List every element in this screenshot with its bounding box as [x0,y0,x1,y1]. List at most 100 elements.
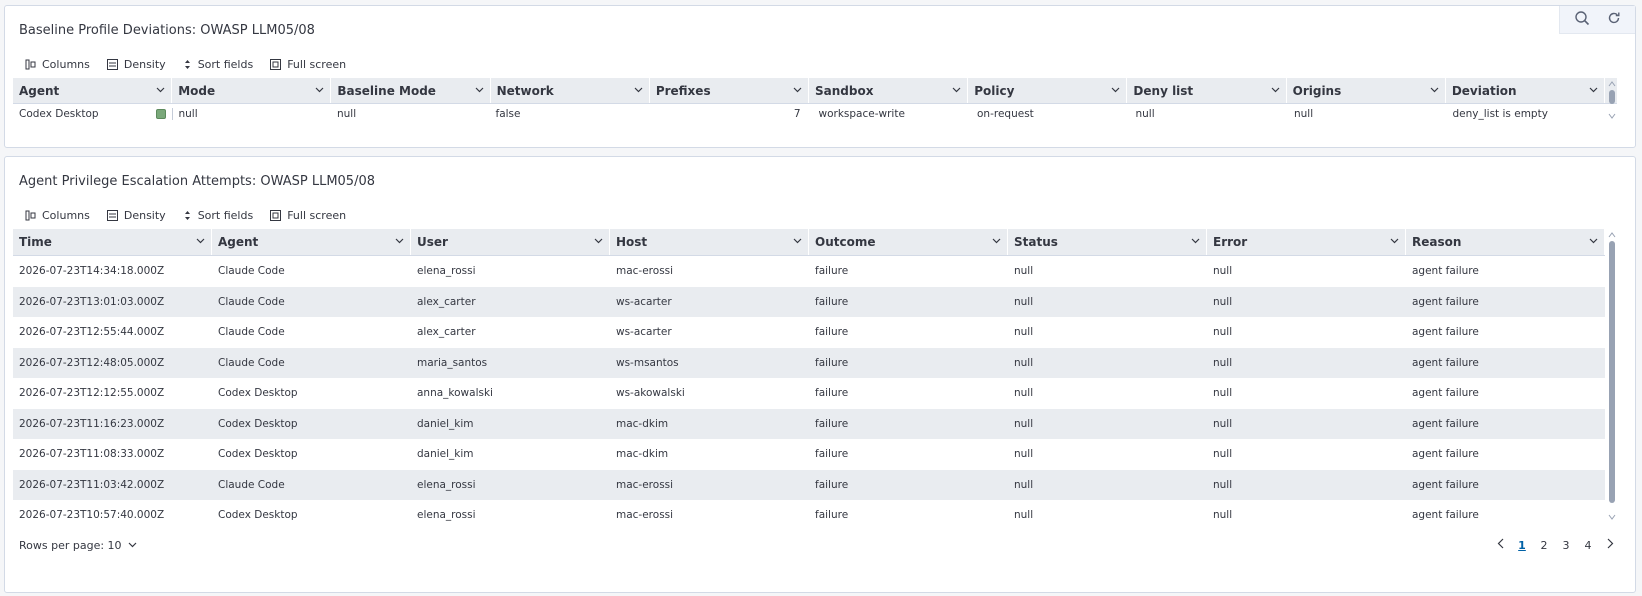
cell-origins: null [1294,108,1314,120]
cell-reason: agent failure [1412,295,1479,308]
column-header-baseline-mode[interactable]: Baseline Mode [331,78,491,103]
chevron-down-icon[interactable] [156,87,165,93]
chevron-down-icon[interactable] [1589,87,1598,93]
previous-page-icon[interactable] [1489,538,1511,552]
column-header-sandbox[interactable]: Sandbox [809,78,969,103]
cell-status: null [1014,478,1034,491]
chevron-down-icon[interactable] [196,238,205,244]
chevron-down-icon[interactable] [634,87,643,93]
sort-fields-button[interactable]: Sort fields [183,58,254,71]
column-header-status[interactable]: Status [1008,229,1207,255]
cell-outcome: failure [815,326,849,339]
chevron-down-icon[interactable] [475,87,484,93]
cell-outcome: failure [815,295,849,308]
row-checkbox-icon[interactable] [155,109,166,119]
table-scrollbar[interactable] [1607,78,1617,124]
density-icon [106,59,118,70]
cell-user: anna_kowalski [417,387,493,400]
cell-outcome: failure [815,265,849,278]
column-header-host[interactable]: Host [610,229,809,255]
cell-status: null [1014,356,1034,369]
baseline-deviations-table: Agent Mode Baseline Mode Network Prefixe… [13,78,1617,128]
sort-fields-label: Sort fields [197,58,254,71]
cell-user: elena_rossi [417,509,476,522]
chevron-down-icon[interactable] [793,238,802,244]
table-header: Time Agent User Host Outcome Status Erro… [13,229,1605,256]
table-row: 2026-07-23T10:57:40.000Z Codex Desktop ele… [13,500,1605,525]
page-button-3[interactable]: 3 [1555,539,1577,552]
column-header-agent[interactable]: Agent [13,78,173,103]
cell-host: mac-dkim [616,417,669,430]
table-row: 2026-07-23T12:12:55.000Z Codex Desktop ann… [13,378,1605,409]
cell-status: null [1014,417,1034,430]
next-page-icon[interactable] [1599,538,1621,552]
column-header-mode[interactable]: Mode [172,78,332,103]
chevron-down-icon[interactable] [992,238,1001,244]
chevron-down-icon[interactable] [1111,87,1120,93]
cell-status: null [1014,448,1034,461]
sort-fields-button[interactable]: Sort fields [183,209,253,222]
column-header-origins[interactable]: Origins [1287,78,1446,103]
cell-reason: agent failure [1412,387,1479,400]
page-button-4[interactable]: 4 [1577,539,1599,552]
table-row: 2026-07-23T12:55:44.000Z Claude Code alex_… [13,317,1605,348]
chevron-down-icon[interactable] [793,87,802,93]
panel-title: Baseline Profile Deviations: OWASP LLM05… [19,23,315,38]
cell-status: null [1014,326,1034,339]
cell-agent: Claude Code [218,326,285,339]
cell-status: null [1014,387,1034,400]
rows-per-page-label: Rows per page: 10 [19,538,122,552]
refresh-icon[interactable] [1607,11,1621,28]
table-scrollbar[interactable] [1607,229,1617,525]
panel-actions [1559,6,1635,34]
cell-deviation: deny_list is empty [1452,108,1548,120]
cell-user: elena_rossi [417,478,476,491]
page-button-1[interactable]: 1 [1511,539,1533,552]
cell-agent: Codex Desktop [218,509,298,522]
cell-deny-list: null [1135,108,1155,120]
density-button[interactable]: Density [106,209,166,222]
chevron-down-icon[interactable] [315,87,324,93]
column-header-policy[interactable]: Policy [968,78,1128,103]
chevron-down-icon[interactable] [1390,238,1399,244]
density-label: Density [123,209,166,222]
column-header-prefixes[interactable]: Prefixes [650,78,810,103]
chevron-down-icon[interactable] [1589,238,1598,244]
columns-button[interactable]: Columns [25,209,90,222]
cell-agent: Codex Desktop [218,387,298,400]
chevron-down-icon[interactable] [1191,238,1200,244]
column-header-outcome[interactable]: Outcome [809,229,1008,255]
column-header-error[interactable]: Error [1207,229,1406,255]
chevron-down-icon[interactable] [395,238,404,244]
column-header-deviation[interactable]: Deviation [1446,78,1606,103]
full-screen-button[interactable]: Full screen [270,58,346,71]
column-header-user[interactable]: User [411,229,610,255]
column-header-deny-list[interactable]: Deny list [1127,78,1287,103]
density-button[interactable]: Density [106,58,166,71]
rows-per-page-select[interactable]: Rows per page: 10 [19,539,137,552]
full-screen-button[interactable]: Full screen [270,209,346,222]
chevron-down-icon[interactable] [594,238,603,244]
cell-error: null [1213,265,1233,278]
chevron-down-icon[interactable] [952,87,961,93]
table-body: 2026-07-23T14:34:18.000Z Claude Code elena… [13,256,1605,525]
cell-time: 2026-07-23T11:16:23.000Z [19,417,165,430]
columns-button[interactable]: Columns [25,58,90,71]
full-screen-label: Full screen [287,58,347,71]
sort-icon [184,60,190,69]
column-header-time[interactable]: Time [13,229,212,255]
cell-agent: Claude Code [218,265,285,278]
cell-host: ws-acarter [616,326,672,339]
chevron-down-icon[interactable] [1430,87,1439,93]
column-header-agent[interactable]: Agent [212,229,411,255]
cell-time: 2026-07-23T12:12:55.000Z [19,387,165,400]
column-header-reason[interactable]: Reason [1406,229,1605,255]
column-header-network[interactable]: Network [491,78,650,103]
page-button-2[interactable]: 2 [1533,539,1555,552]
cell-time: 2026-07-23T12:55:44.000Z [19,326,165,339]
cell-reason: agent failure [1412,417,1479,430]
chevron-down-icon[interactable] [1271,87,1280,93]
cell-status: null [1014,509,1034,522]
table-row: 2026-07-23T12:48:05.000Z Claude Code maria… [13,347,1605,378]
search-icon[interactable] [1574,10,1590,29]
